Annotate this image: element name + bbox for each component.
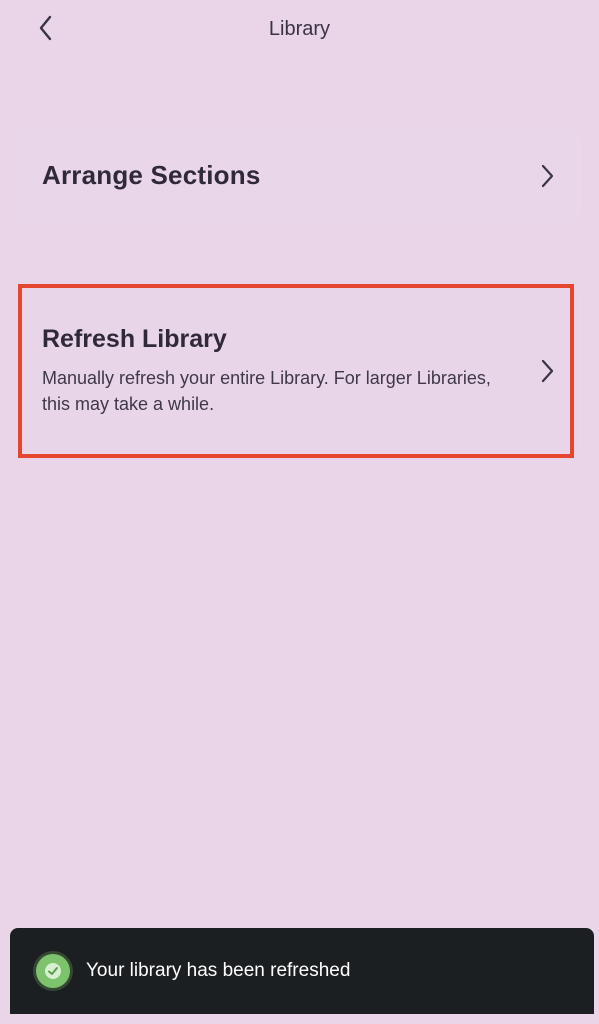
refresh-library-row[interactable]: Refresh Library Manually refresh your en… [18, 285, 580, 460]
check-circle-icon [36, 954, 70, 988]
refresh-library-description: Manually refresh your entire Library. Fo… [42, 368, 491, 414]
toast-notification: Your library has been refreshed [10, 928, 594, 1014]
page-title: Library [268, 18, 331, 40]
arrange-sections-label: Arrange Sections [42, 160, 261, 190]
top-bar: Library [0, 0, 599, 64]
refresh-library-title: Refresh Library [42, 325, 227, 353]
arrange-sections-row[interactable]: Arrange Sections [18, 128, 580, 224]
toast-message: Your library has been refreshed [86, 960, 351, 981]
chevron-right-icon [538, 357, 558, 385]
chevron-right-icon [538, 162, 558, 190]
